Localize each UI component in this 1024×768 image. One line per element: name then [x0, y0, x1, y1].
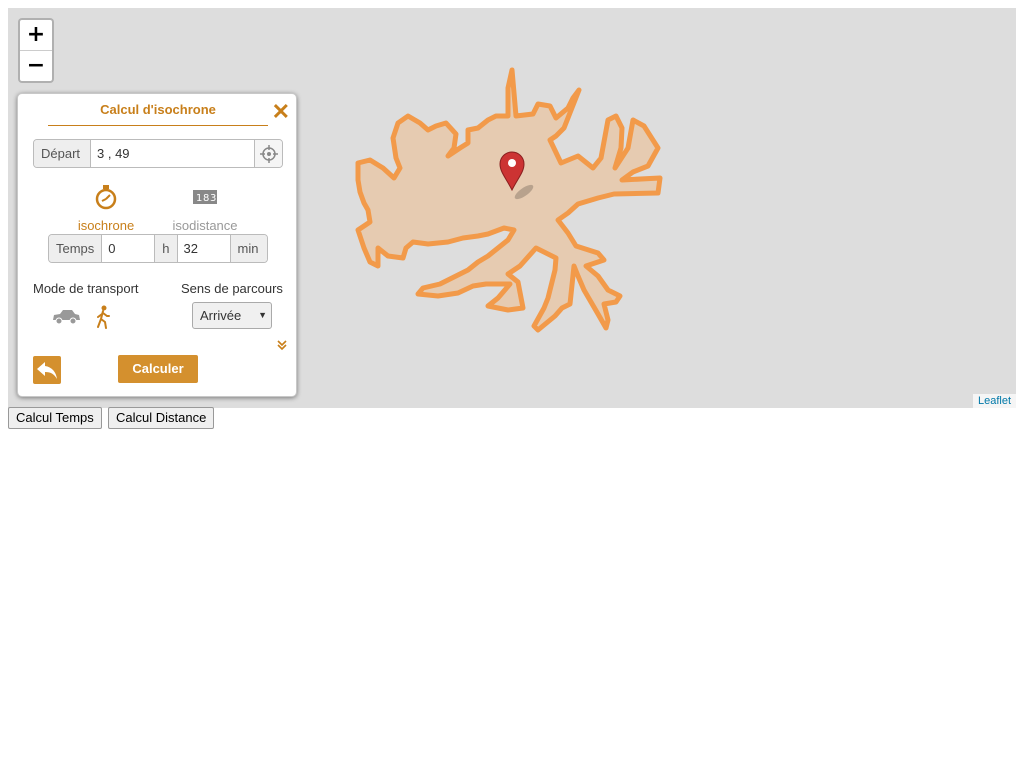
isochrone-polygon[interactable]: [355, 67, 663, 333]
mode-isodistance[interactable]: 1 8 3 isodistance: [155, 184, 255, 233]
calculate-button[interactable]: Calculer: [118, 355, 198, 383]
sens-label: Sens de parcours: [181, 281, 283, 296]
sens-value: Arrivée: [200, 308, 242, 323]
locate-icon[interactable]: [254, 140, 282, 167]
svg-text:3: 3: [210, 193, 216, 204]
odometer-icon: 1 8 3: [193, 190, 217, 204]
hours-input[interactable]: [102, 235, 155, 262]
sens-select[interactable]: Arrivée ▼: [192, 302, 272, 329]
title-divider: [48, 125, 268, 126]
reply-icon: [37, 362, 57, 379]
svg-text:8: 8: [203, 193, 209, 204]
hours-unit: h: [154, 235, 178, 262]
minutes-unit: min: [229, 235, 267, 262]
mode-isochrone[interactable]: isochrone: [56, 184, 156, 233]
depart-label: Départ: [34, 140, 91, 167]
depart-input[interactable]: [91, 140, 254, 167]
panel-title: Calcul d'isochrone: [100, 102, 216, 117]
pedestrian-icon[interactable]: [94, 305, 112, 329]
back-button[interactable]: [33, 356, 61, 384]
zoom-out-button[interactable]: −: [20, 51, 52, 81]
zoom-in-button[interactable]: +: [20, 20, 52, 51]
map-attribution-link[interactable]: Leaflet: [972, 394, 1016, 408]
stopwatch-icon: [95, 185, 117, 210]
car-icon[interactable]: [51, 308, 81, 326]
close-icon[interactable]: ✕: [272, 99, 290, 125]
time-group: Temps h min: [48, 234, 268, 263]
temps-label: Temps: [49, 235, 103, 262]
isochrone-panel: Calcul d'isochrone ✕ Départ isochrone 1 …: [17, 93, 297, 397]
chevron-down-icon: ▼: [258, 310, 267, 320]
calc-distance-button[interactable]: Calcul Distance: [108, 407, 215, 429]
transport-label: Mode de transport: [33, 281, 139, 296]
svg-text:1: 1: [196, 193, 202, 204]
calc-temps-button[interactable]: Calcul Temps: [8, 407, 102, 429]
zoom-control: + −: [18, 18, 54, 83]
minutes-input[interactable]: [177, 235, 230, 262]
mode-label: isochrone: [77, 218, 135, 233]
mode-label: isodistance: [172, 218, 238, 233]
depart-group: Départ: [33, 139, 283, 168]
expand-options-icon[interactable]: [276, 339, 288, 351]
